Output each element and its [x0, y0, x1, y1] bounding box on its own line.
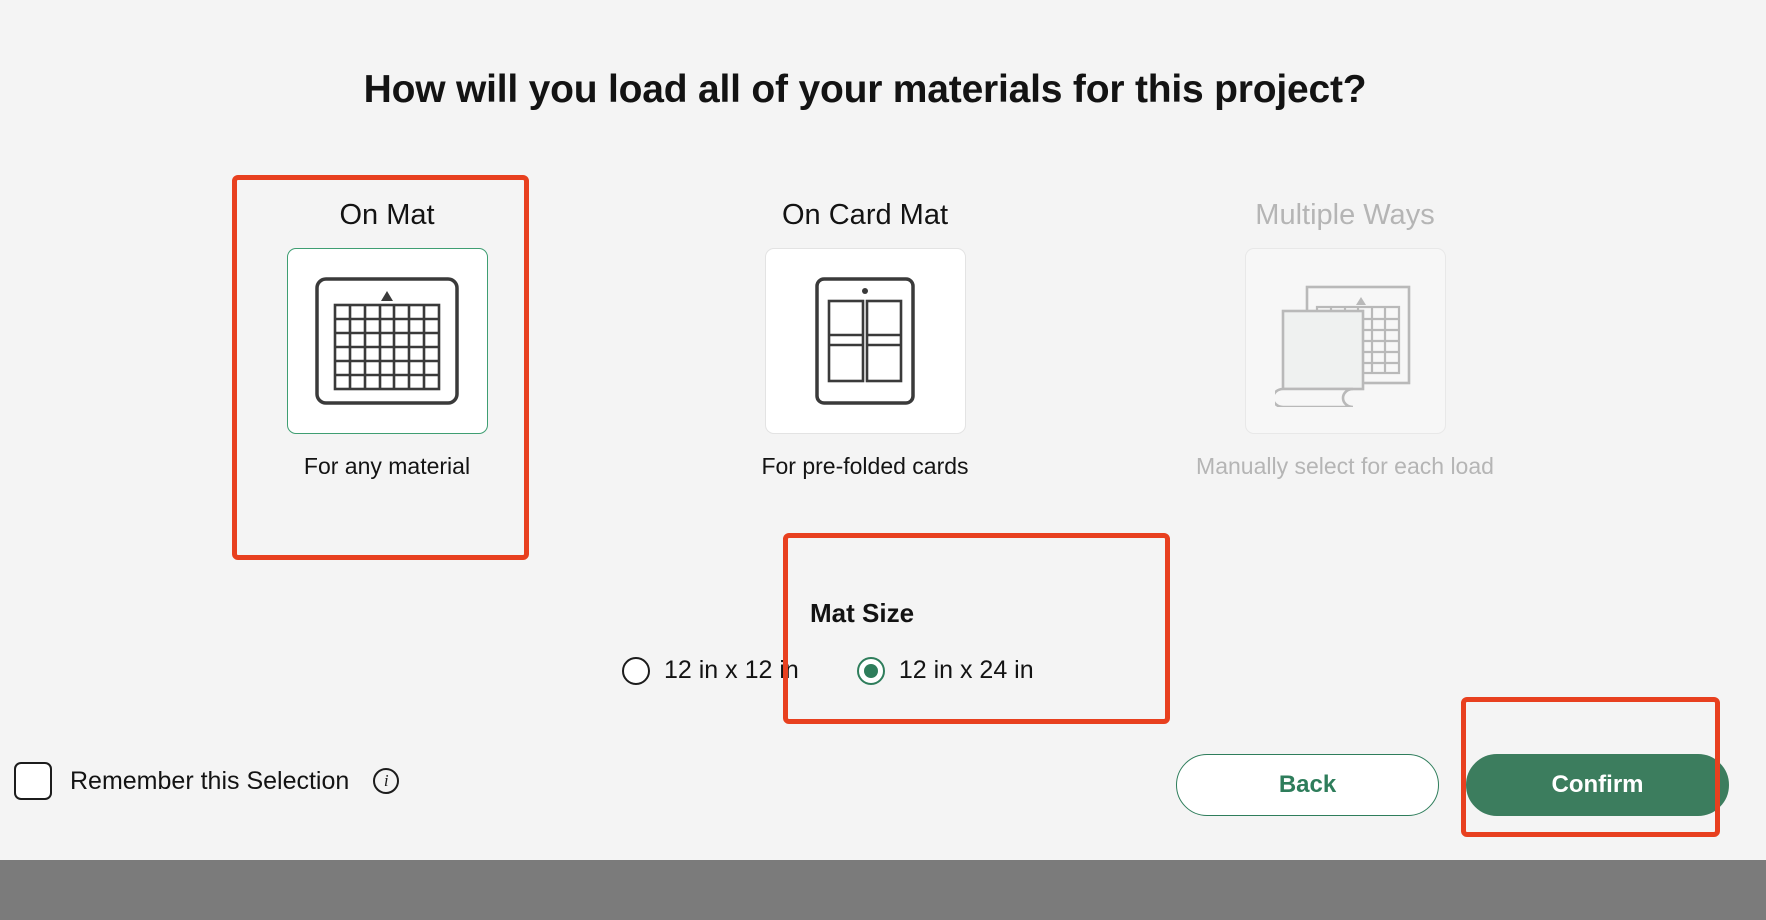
multiple-materials-icon: [1275, 275, 1415, 407]
mat-size-label: Mat Size: [810, 598, 915, 628]
cutting-mat-grid-icon: [313, 275, 461, 407]
mat-size-option-12x24-label: 12 in x 24 in: [898, 656, 1034, 684]
load-option-multiple-ways: Multiple Ways Manually select for each l…: [1195, 199, 1495, 481]
mat-size-radio-group: 12 in x 12 in 12 in x 24 in: [622, 656, 1034, 685]
confirm-button[interactable]: Confirm: [1466, 754, 1729, 816]
load-option-on-mat-title: On Mat: [339, 199, 435, 231]
load-option-group: On Mat For any material On Card Mat For …: [0, 199, 1730, 530]
load-option-on-mat-thumbnail[interactable]: [286, 247, 488, 434]
radio-checked-icon[interactable]: [856, 656, 885, 685]
page-title: How will you load all of your materials …: [363, 68, 1367, 111]
back-button[interactable]: Back: [1176, 754, 1439, 816]
remember-selection-row[interactable]: Remember this Selection i: [14, 762, 400, 800]
load-option-on-card-mat[interactable]: On Card Mat For pre-folded cards: [715, 199, 1015, 481]
card-mat-icon: [813, 275, 917, 407]
remember-selection-checkbox[interactable]: [14, 762, 52, 800]
info-icon[interactable]: i: [373, 768, 400, 794]
load-option-on-mat[interactable]: On Mat For any material: [237, 199, 537, 481]
load-option-on-mat-caption: For any material: [303, 452, 471, 479]
load-option-multiple-ways-thumbnail: [1244, 247, 1446, 434]
load-materials-dialog: How will you load all of your materials …: [0, 0, 1766, 860]
mat-size-option-12x12[interactable]: 12 in x 12 in: [622, 656, 799, 685]
mat-size-option-12x24[interactable]: 12 in x 24 in: [856, 656, 1034, 685]
mat-size-section: Mat Size: [790, 598, 1210, 629]
radio-unchecked-icon[interactable]: [622, 656, 650, 685]
load-option-on-card-mat-title: On Card Mat: [782, 199, 948, 231]
bottom-bar: [0, 860, 1766, 920]
remember-selection-label: Remember this Selection: [70, 766, 350, 795]
load-option-on-card-mat-caption: For pre-folded cards: [761, 452, 969, 479]
load-option-on-card-mat-thumbnail[interactable]: [764, 247, 966, 434]
load-option-multiple-ways-caption: Manually select for each load: [1196, 452, 1494, 479]
mat-size-option-12x12-label: 12 in x 12 in: [664, 656, 799, 684]
load-option-multiple-ways-title: Multiple Ways: [1255, 199, 1435, 231]
